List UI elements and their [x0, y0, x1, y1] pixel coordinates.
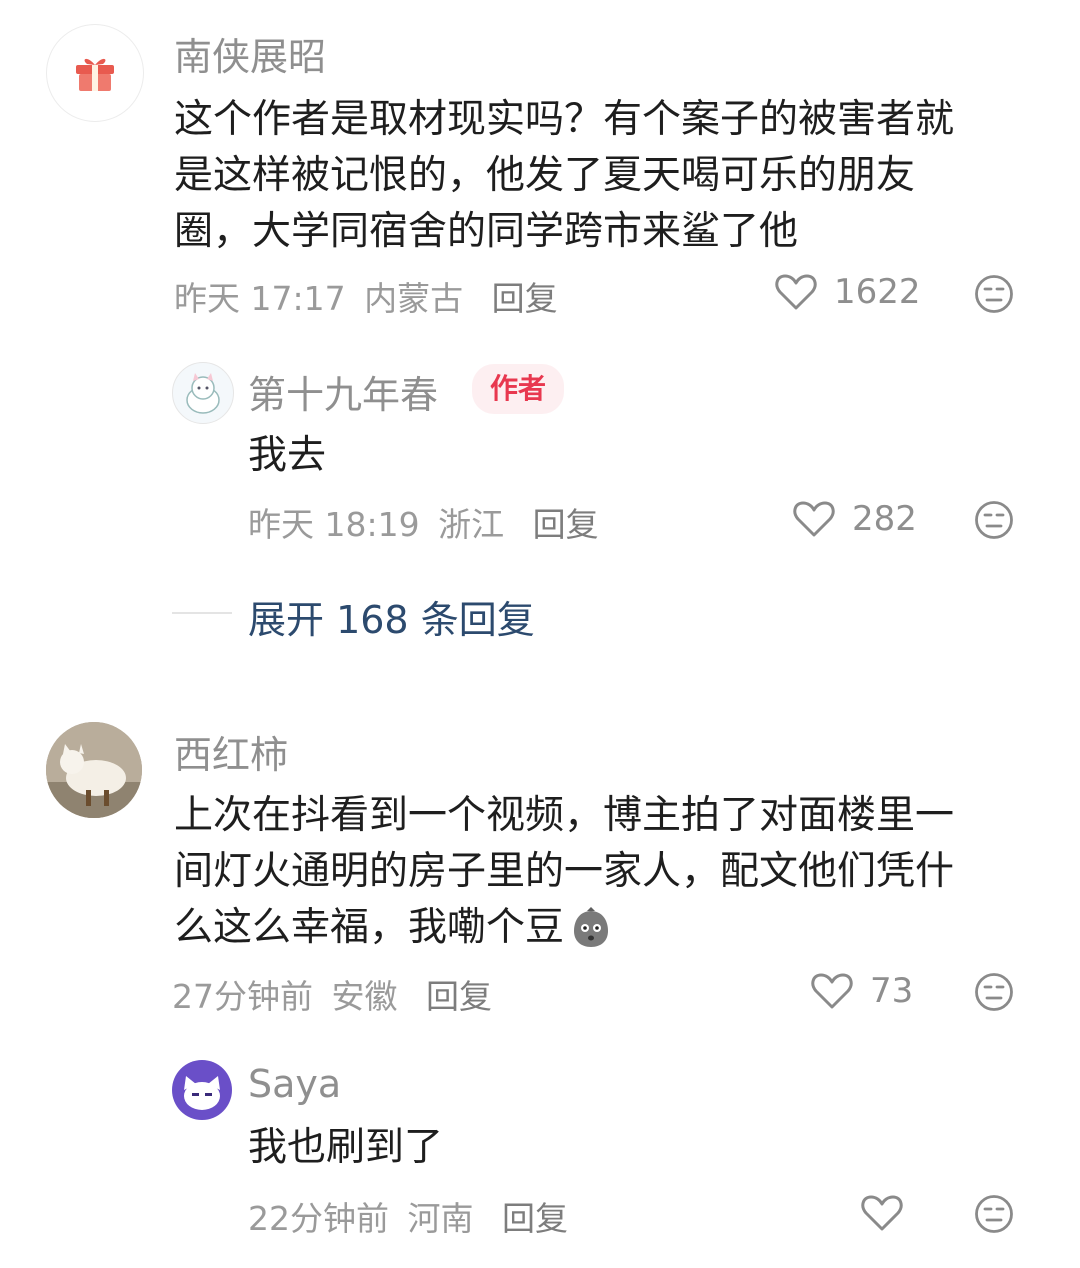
timestamp: 昨天 18:19	[248, 505, 420, 544]
like-count: 73	[870, 971, 914, 1011]
gift-icon	[76, 58, 114, 91]
comment-line: 上次在抖看到一个视频，博主拍了对面楼里一	[174, 793, 955, 838]
like-button[interactable]: 1622	[774, 272, 921, 312]
cat-avatar	[46, 722, 142, 818]
expand-replies-button[interactable]: 展开 168 条回复	[248, 589, 535, 644]
username[interactable]: Saya	[248, 1062, 341, 1106]
timestamp: 昨天 17:17	[174, 279, 346, 318]
cat-avatar	[184, 1076, 220, 1110]
comment-line: 么这么幸福，我嘞个豆	[174, 900, 1034, 956]
username[interactable]: 第十九年春	[248, 364, 438, 419]
like-button[interactable]: 73	[810, 971, 913, 1011]
username[interactable]: 南侠展昭	[174, 26, 326, 81]
avatar[interactable]	[46, 722, 142, 818]
avatar[interactable]	[46, 24, 144, 122]
timestamp: 22分钟前	[248, 1199, 389, 1238]
like-count: 282	[852, 499, 917, 539]
location: 浙江	[438, 505, 505, 544]
comment-line-text: 么这么幸福，我嘞个豆	[174, 905, 565, 950]
location: 安徽	[331, 977, 398, 1016]
reply-meta: 22分钟前 河南 回复	[248, 1192, 576, 1240]
reply-button[interactable]: 回复	[492, 279, 558, 318]
meh-face-icon[interactable]	[974, 500, 1014, 540]
location: 河南	[407, 1199, 474, 1238]
author-badge: 作者	[472, 364, 565, 414]
like-button[interactable]: 282	[792, 499, 917, 539]
comment-meta: 27分钟前 安徽 回复	[172, 970, 500, 1018]
comment-meta: 昨天 17:17 内蒙古 回复	[174, 272, 566, 320]
bean-emoji-icon	[574, 907, 609, 947]
reply-meta: 昨天 18:19 浙江 回复	[248, 498, 607, 546]
username[interactable]: 西红柿	[174, 724, 288, 779]
reply-button[interactable]: 回复	[502, 1199, 568, 1238]
comment-line: 间灯火通明的房子里的一家人，配文他们凭什	[174, 849, 955, 894]
cat-avatar	[186, 373, 220, 414]
heart-icon	[775, 274, 817, 310]
like-count: 1622	[834, 272, 921, 312]
reply-button[interactable]: 回复	[426, 977, 492, 1016]
divider	[172, 612, 232, 614]
comment-line: 这个作者是取材现实吗？有个案子的被害者就	[174, 97, 955, 142]
avatar[interactable]	[172, 362, 234, 424]
reply-button[interactable]: 回复	[533, 505, 599, 544]
avatar[interactable]	[172, 1060, 232, 1120]
heart-icon	[811, 973, 853, 1009]
reply-text: 我去	[248, 433, 327, 478]
timestamp: 27分钟前	[172, 977, 313, 1016]
comment-text: 上次在抖看到一个视频，博主拍了对面楼里一 间灯火通明的房子里的一家人，配文他们凭…	[174, 788, 1034, 956]
comment-line: 圈，大学同宿舍的同学跨市来鲨了他	[174, 209, 799, 254]
meh-face-icon[interactable]	[974, 972, 1014, 1012]
comment-text: 这个作者是取材现实吗？有个案子的被害者就 是这样被记恨的，他发了夏天喝可乐的朋友…	[174, 92, 1034, 260]
reply-text: 我也刷到了	[248, 1125, 444, 1170]
heart-icon	[861, 1195, 903, 1231]
comment-line: 是这样被记恨的，他发了夏天喝可乐的朋友	[174, 153, 916, 198]
meh-face-icon[interactable]	[974, 274, 1014, 314]
meh-face-icon[interactable]	[974, 1194, 1014, 1234]
like-button[interactable]	[860, 1193, 920, 1233]
location: 内蒙古	[364, 279, 464, 318]
heart-icon	[793, 501, 835, 537]
